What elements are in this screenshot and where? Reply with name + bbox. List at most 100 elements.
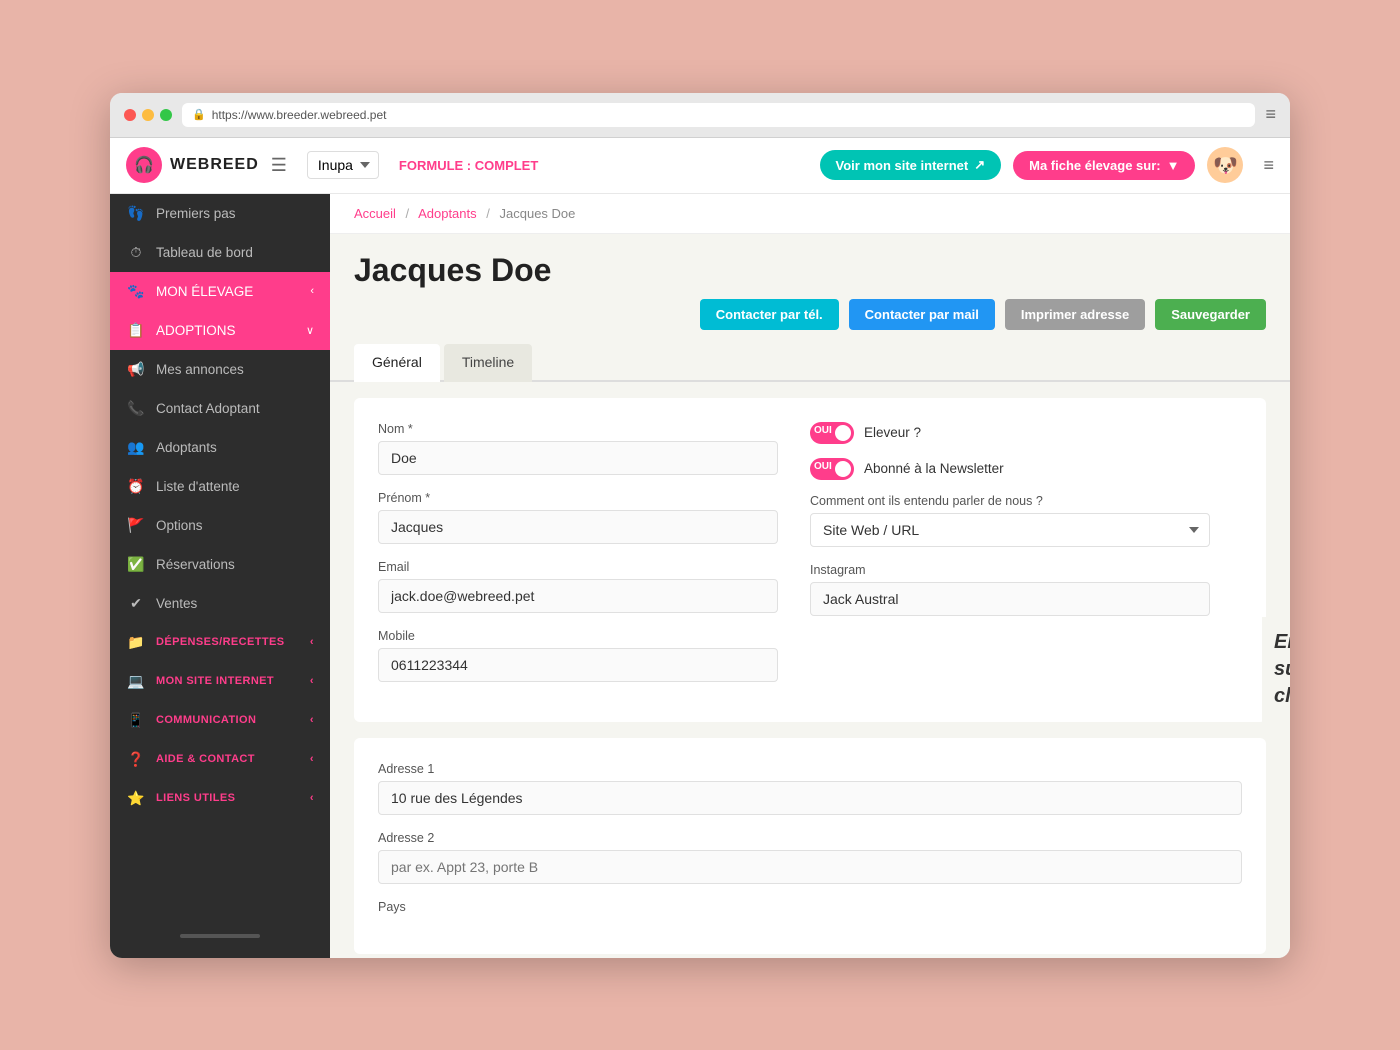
liste-icon: ⏰ [126, 478, 146, 495]
chevron-icon: ‹ [310, 636, 314, 648]
email-group: Email [378, 560, 778, 613]
email-input[interactable] [378, 579, 778, 613]
breadcrumb-adoptants[interactable]: Adoptants [418, 206, 477, 221]
heard-select[interactable]: Site Web / URL Réseaux sociaux Bouche à … [810, 513, 1210, 547]
lock-icon: 🔒 [192, 108, 206, 121]
instagram-group: Instagram [810, 563, 1210, 616]
sidebar-label: MON SITE INTERNET [156, 675, 274, 687]
sidebar-item-liste-attente[interactable]: ⏰ Liste d'attente [110, 467, 330, 506]
sidebar-label: DÉPENSES/RECETTES [156, 636, 284, 648]
sidebar-label: Liste d'attente [156, 479, 240, 494]
sauvegarder-button[interactable]: Sauvegarder [1155, 299, 1266, 330]
toggle-oui-label: OUI [814, 425, 832, 436]
sidebar: 👣 Premiers pas ⏱ Tableau de bord 🐾 MON É… [110, 194, 330, 958]
browser-dots [124, 109, 172, 121]
address-bar[interactable]: 🔒 https://www.breeder.webreed.pet [182, 103, 1255, 127]
fiche-elevage-button[interactable]: Ma fiche élevage sur: ▼ [1013, 151, 1195, 180]
chevron-icon: ‹ [310, 714, 314, 726]
sidebar-label: Ventes [156, 596, 197, 611]
tab-timeline[interactable]: Timeline [444, 344, 532, 382]
formule-badge: FORMULE : COMPLET [399, 158, 538, 173]
premiers-pas-icon: 👣 [126, 205, 146, 222]
form-right-col: OUI Eleveur ? OUI [810, 422, 1210, 698]
heard-label: Comment ont ils entendu parler de nous ? [810, 494, 1210, 508]
breadcrumb-accueil[interactable]: Accueil [354, 206, 396, 221]
toggle-knob [835, 425, 851, 441]
mobile-label: Mobile [378, 629, 778, 643]
instagram-input[interactable] [810, 582, 1210, 616]
sidebar-item-options[interactable]: 🚩 Options [110, 506, 330, 545]
dot-red[interactable] [124, 109, 136, 121]
url-text: https://www.breeder.webreed.pet [212, 108, 387, 122]
sidebar-item-ventes[interactable]: ✔ Ventes [110, 584, 330, 623]
sidebar-item-mon-site[interactable]: 💻 MON SITE INTERNET ‹ [110, 662, 330, 701]
liens-icon: ⭐ [126, 790, 146, 807]
newsletter-toggle[interactable]: OUI [810, 458, 854, 480]
voir-site-button[interactable]: Voir mon site internet ↗ [820, 150, 1002, 180]
imprimer-button[interactable]: Imprimer adresse [1005, 299, 1145, 330]
chevron-down-icon: ∨ [306, 324, 314, 337]
sidebar-item-adoptions[interactable]: 📋 ADOPTIONS ∨ [110, 311, 330, 350]
chevron-icon: ‹ [310, 753, 314, 765]
sidebar-label: Tableau de bord [156, 245, 253, 260]
heard-group: Comment ont ils entendu parler de nous ?… [810, 494, 1210, 547]
nav-menu-icon[interactable]: ≡ [1263, 155, 1274, 176]
annonces-icon: 📢 [126, 361, 146, 378]
tab-general[interactable]: Général [354, 344, 440, 382]
sidebar-label: AIDE & CONTACT [156, 753, 255, 765]
logo-area: 🎧 WEBREED ☰ [126, 147, 287, 183]
avatar[interactable]: 🐶 [1207, 147, 1243, 183]
adoptions-icon: 📋 [126, 322, 146, 339]
newsletter-toggle-row: OUI Abonné à la Newsletter [810, 458, 1210, 480]
toggle-oui-label2: OUI [814, 461, 832, 472]
email-label: Email [378, 560, 778, 574]
sidebar-item-reservations[interactable]: ✅ Réservations [110, 545, 330, 584]
contact-tel-button[interactable]: Contacter par tél. [700, 299, 839, 330]
adresse2-group: Adresse 2 [378, 831, 1242, 884]
sidebar-item-tableau-de-bord[interactable]: ⏱ Tableau de bord [110, 233, 330, 272]
sidebar-label: LIENS UTILES [156, 792, 235, 804]
breeder-select[interactable]: Inupa [307, 151, 379, 179]
chevron-icon: ‹ [310, 285, 314, 297]
contact-mail-button[interactable]: Contacter par mail [849, 299, 995, 330]
toggle-track2: OUI [810, 458, 854, 480]
dot-yellow[interactable] [142, 109, 154, 121]
sidebar-label: COMMUNICATION [156, 714, 256, 726]
hamburger-icon[interactable]: ☰ [271, 155, 287, 176]
sidebar-item-mes-annonces[interactable]: 📢 Mes annonces [110, 350, 330, 389]
dot-green[interactable] [160, 109, 172, 121]
mobile-input[interactable] [378, 648, 778, 682]
sidebar-item-liens-utiles[interactable]: ⭐ LIENS UTILES ‹ [110, 779, 330, 818]
sidebar-item-depenses[interactable]: 📁 DÉPENSES/RECETTES ‹ [110, 623, 330, 662]
sidebar-label: ADOPTIONS [156, 323, 236, 338]
instagram-label: Instagram [810, 563, 1210, 577]
adoptants-icon: 👥 [126, 439, 146, 456]
sidebar-item-aide[interactable]: ❓ AIDE & CONTACT ‹ [110, 740, 330, 779]
contact-icon: 📞 [126, 400, 146, 417]
sidebar-item-communication[interactable]: 📱 COMMUNICATION ‹ [110, 701, 330, 740]
watermark-text: Enregistrez et suivez votre fichier clie… [1262, 617, 1290, 722]
sidebar-item-adoptants[interactable]: 👥 Adoptants [110, 428, 330, 467]
toggle-track: OUI [810, 422, 854, 444]
mobile-group: Mobile [378, 629, 778, 682]
prenom-input[interactable] [378, 510, 778, 544]
sidebar-label: MON ÉLEVAGE [156, 284, 253, 299]
eleveur-toggle[interactable]: OUI [810, 422, 854, 444]
adresse2-input[interactable] [378, 850, 1242, 884]
sidebar-label: Mes annonces [156, 362, 244, 377]
logo-icon: 🎧 [126, 147, 162, 183]
reservations-icon: ✅ [126, 556, 146, 573]
breadcrumb-sep2: / [486, 206, 490, 221]
nom-input[interactable] [378, 441, 778, 475]
site-icon: 💻 [126, 673, 146, 690]
page-title: Jacques Doe [354, 252, 1266, 289]
sidebar-item-contact-adoptant[interactable]: 📞 Contact Adoptant [110, 389, 330, 428]
sidebar-item-mon-elevage[interactable]: 🐾 MON ÉLEVAGE ‹ [110, 272, 330, 311]
newsletter-label: Abonné à la Newsletter [864, 461, 1004, 476]
sidebar-item-premiers-pas[interactable]: 👣 Premiers pas [110, 194, 330, 233]
browser-menu-icon[interactable]: ≡ [1265, 104, 1276, 125]
breadcrumb-sep1: / [406, 206, 410, 221]
adresse2-label: Adresse 2 [378, 831, 1242, 845]
adresse1-input[interactable] [378, 781, 1242, 815]
adresse1-group: Adresse 1 [378, 762, 1242, 815]
